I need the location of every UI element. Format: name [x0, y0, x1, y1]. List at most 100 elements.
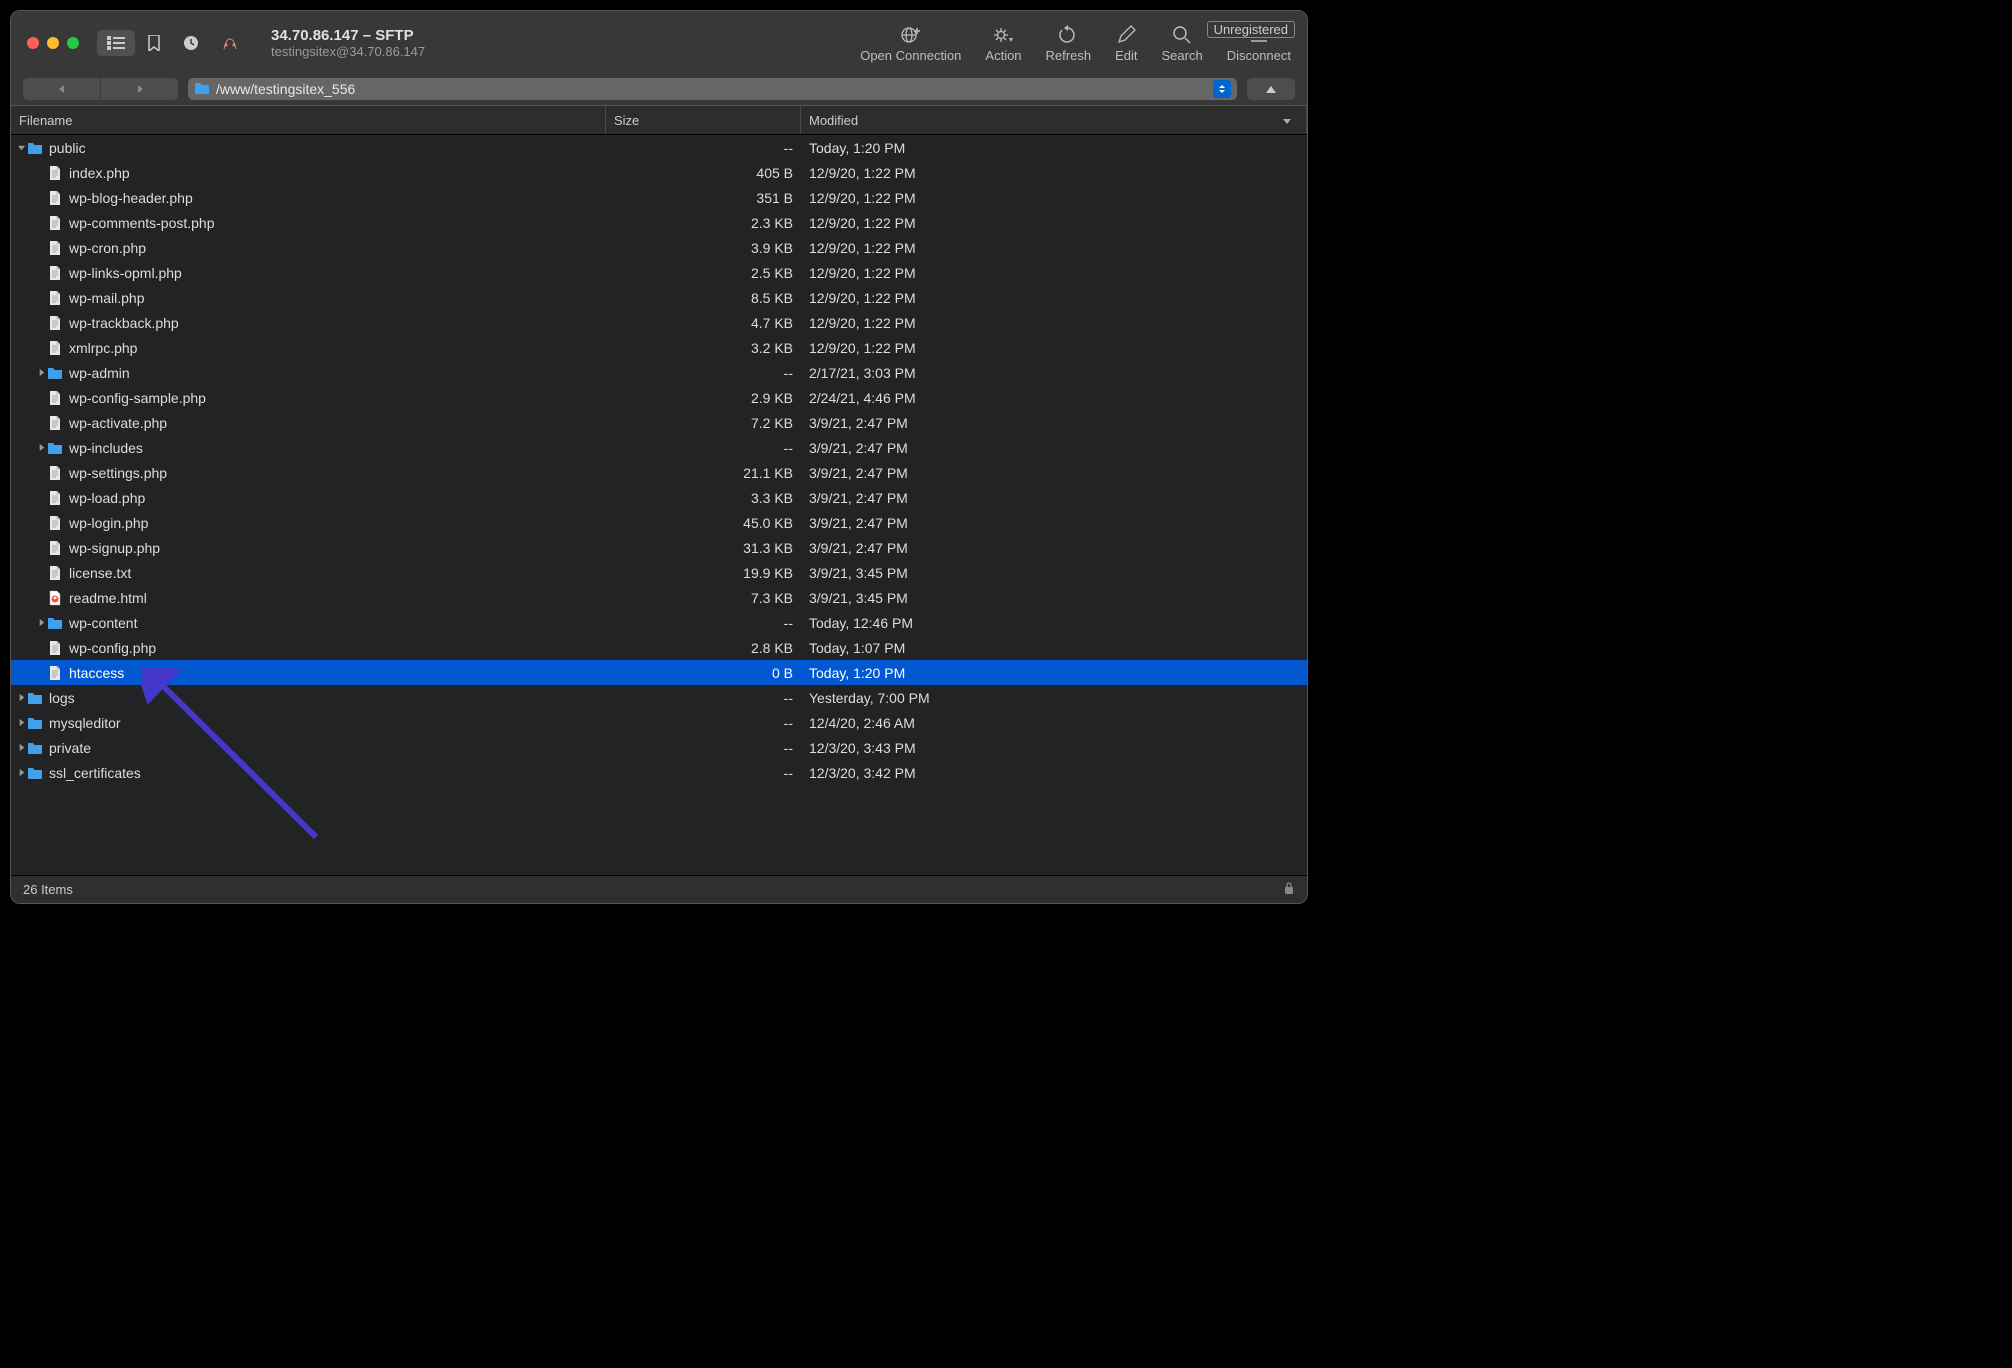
column-size[interactable]: Size [606, 106, 801, 134]
disclosure-triangle[interactable] [15, 693, 27, 702]
file-row[interactable]: mysqleditor--12/4/20, 2:46 AM [11, 710, 1307, 735]
file-row[interactable]: private--12/3/20, 3:43 PM [11, 735, 1307, 760]
minimize-window-button[interactable] [47, 37, 59, 49]
file-row[interactable]: xmlrpc.php3.2 KB12/9/20, 1:22 PM [11, 335, 1307, 360]
file-row[interactable]: wp-cron.php3.9 KB12/9/20, 1:22 PM [11, 235, 1307, 260]
file-modified: 3/9/21, 2:47 PM [803, 440, 1307, 456]
unregistered-badge: Unregistered [1207, 21, 1295, 38]
go-up-button[interactable] [1247, 78, 1295, 100]
file-row[interactable]: wp-config.php2.8 KBToday, 1:07 PM [11, 635, 1307, 660]
folder-icon [47, 365, 63, 381]
disclosure-triangle[interactable] [35, 368, 47, 377]
path-selector[interactable]: /www/testingsitex_556 [188, 78, 1237, 100]
file-row[interactable]: public--Today, 1:20 PM [11, 135, 1307, 160]
file-row[interactable]: wp-config-sample.php2.9 KB2/24/21, 4:46 … [11, 385, 1307, 410]
column-modified[interactable]: Modified [801, 106, 1307, 134]
disclosure-triangle[interactable] [15, 743, 27, 752]
file-name: wp-load.php [69, 490, 145, 506]
disclosure-triangle[interactable] [15, 143, 27, 152]
file-row[interactable]: license.txt19.9 KB3/9/21, 3:45 PM [11, 560, 1307, 585]
file-row[interactable]: wp-blog-header.php351 B12/9/20, 1:22 PM [11, 185, 1307, 210]
column-filename[interactable]: Filename [11, 106, 606, 134]
maximize-window-button[interactable] [67, 37, 79, 49]
action-button[interactable]: Action [985, 24, 1021, 63]
file-name: logs [49, 690, 75, 706]
file-row[interactable]: wp-load.php3.3 KB3/9/21, 2:47 PM [11, 485, 1307, 510]
disclosure-triangle[interactable] [15, 768, 27, 777]
nav-forward-button[interactable] [101, 78, 178, 100]
close-window-button[interactable] [27, 37, 39, 49]
edit-label: Edit [1115, 48, 1137, 63]
file-modified: 12/9/20, 1:22 PM [803, 240, 1307, 256]
file-row[interactable]: logs--Yesterday, 7:00 PM [11, 685, 1307, 710]
action-label: Action [985, 48, 1021, 63]
file-row[interactable]: index.php405 B12/9/20, 1:22 PM [11, 160, 1307, 185]
file-row[interactable]: wp-content--Today, 12:46 PM [11, 610, 1307, 635]
file-size: 2.5 KB [606, 265, 803, 281]
file-name: wp-includes [69, 440, 143, 456]
file-row[interactable]: wp-trackback.php4.7 KB12/9/20, 1:22 PM [11, 310, 1307, 335]
file-modified: 12/9/20, 1:22 PM [803, 315, 1307, 331]
file-row[interactable]: htaccess0 BToday, 1:20 PM [11, 660, 1307, 685]
file-modified: 3/9/21, 2:47 PM [803, 540, 1307, 556]
file-modified: Today, 1:20 PM [803, 665, 1307, 681]
file-icon [47, 190, 63, 206]
disclosure-triangle[interactable] [35, 618, 47, 627]
file-row[interactable]: wp-admin--2/17/21, 3:03 PM [11, 360, 1307, 385]
bonjour-button[interactable] [211, 30, 249, 56]
folder-icon [27, 690, 43, 706]
file-row[interactable]: readme.html7.3 KB3/9/21, 3:45 PM [11, 585, 1307, 610]
file-row[interactable]: wp-links-opml.php 2.5 KB12/9/20, 1:22 PM [11, 260, 1307, 285]
file-modified: 12/3/20, 3:42 PM [803, 765, 1307, 781]
file-size: 7.3 KB [606, 590, 803, 606]
file-size: 21.1 KB [606, 465, 803, 481]
item-count: 26 Items [23, 882, 73, 897]
file-icon [47, 465, 63, 481]
file-name: license.txt [69, 565, 131, 581]
refresh-label: Refresh [1046, 48, 1092, 63]
file-icon [47, 665, 63, 681]
file-name: xmlrpc.php [69, 340, 137, 356]
file-icon [47, 640, 63, 656]
disclosure-triangle[interactable] [15, 718, 27, 727]
search-button[interactable]: Search [1161, 24, 1202, 63]
file-size: 3.9 KB [606, 240, 803, 256]
folder-icon [47, 440, 63, 456]
refresh-button[interactable]: Refresh [1046, 24, 1092, 63]
path-dropdown-icon[interactable] [1213, 80, 1231, 98]
file-size: -- [606, 140, 803, 156]
file-name: wp-links-opml.php [69, 265, 182, 281]
file-row[interactable]: wp-login.php45.0 KB3/9/21, 2:47 PM [11, 510, 1307, 535]
file-modified: 3/9/21, 3:45 PM [803, 565, 1307, 581]
history-button[interactable] [173, 30, 209, 56]
open-connection-button[interactable]: Open Connection [860, 24, 961, 63]
file-size: -- [606, 740, 803, 756]
nav-back-button[interactable] [23, 78, 101, 100]
file-size: 2.9 KB [606, 390, 803, 406]
file-icon [47, 265, 63, 281]
file-row[interactable]: wp-mail.php8.5 KB12/9/20, 1:22 PM [11, 285, 1307, 310]
file-name: wp-signup.php [69, 540, 160, 556]
file-row[interactable]: wp-comments-post.php2.3 KB12/9/20, 1:22 … [11, 210, 1307, 235]
bookmarks-button[interactable] [137, 30, 171, 56]
file-modified: Today, 1:20 PM [803, 140, 1307, 156]
disclosure-triangle[interactable] [35, 443, 47, 452]
file-icon [47, 565, 63, 581]
file-icon [47, 390, 63, 406]
file-name: wp-login.php [69, 515, 148, 531]
file-modified: 12/9/20, 1:22 PM [803, 265, 1307, 281]
file-row[interactable]: wp-signup.php31.3 KB3/9/21, 2:47 PM [11, 535, 1307, 560]
file-row[interactable]: wp-settings.php21.1 KB3/9/21, 2:47 PM [11, 460, 1307, 485]
file-row[interactable]: wp-includes --3/9/21, 2:47 PM [11, 435, 1307, 460]
file-size: -- [606, 440, 803, 456]
file-size: -- [606, 365, 803, 381]
file-icon [47, 590, 63, 606]
file-size: 405 B [606, 165, 803, 181]
file-row[interactable]: ssl_certificates--12/3/20, 3:42 PM [11, 760, 1307, 785]
file-row[interactable]: wp-activate.php7.2 KB3/9/21, 2:47 PM [11, 410, 1307, 435]
file-modified: 3/9/21, 2:47 PM [803, 415, 1307, 431]
file-name: htaccess [69, 665, 124, 681]
file-listing[interactable]: public--Today, 1:20 PMindex.php405 B12/9… [11, 135, 1307, 875]
view-mode-button[interactable] [97, 30, 135, 56]
edit-button[interactable]: Edit [1115, 24, 1137, 63]
